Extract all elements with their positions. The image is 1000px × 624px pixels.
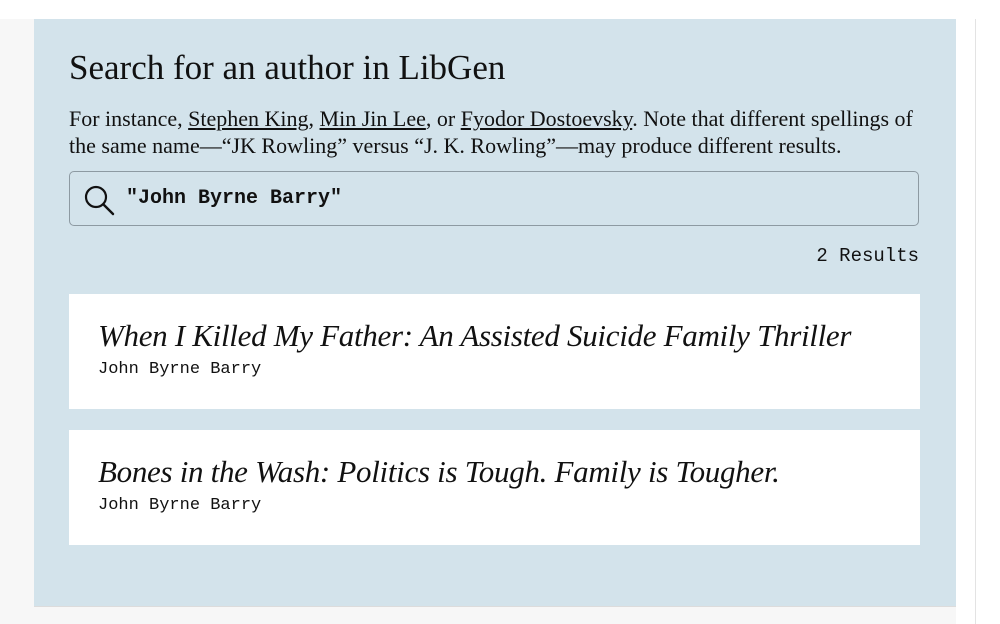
intro-separator: , (308, 106, 320, 131)
result-author: John Byrne Barry (98, 360, 262, 379)
example-link-min-jin-lee[interactable]: Min Jin Lee (320, 106, 426, 131)
result-author: John Byrne Barry (98, 496, 262, 515)
result-card[interactable]: Bones in the Wash: Politics is Tough. Fa… (69, 430, 920, 545)
author-search-input[interactable] (126, 182, 896, 215)
search-bar[interactable] (69, 171, 919, 226)
result-title[interactable]: Bones in the Wash: Politics is Tough. Fa… (98, 454, 780, 490)
result-title[interactable]: When I Killed My Father: An Assisted Sui… (98, 318, 851, 354)
author-search-panel: Search for an author in LibGen For insta… (34, 19, 956, 607)
result-card[interactable]: When I Killed My Father: An Assisted Sui… (69, 294, 920, 409)
scrollbar-track[interactable] (975, 19, 976, 624)
intro-prefix: For instance, (69, 106, 189, 131)
intro-separator-or: , or (425, 106, 461, 131)
search-icon (84, 185, 115, 216)
search-instructions: For instance, Stephen King, Min Jin Lee,… (69, 105, 921, 159)
right-margin (956, 19, 1000, 624)
page-title: Search for an author in LibGen (69, 48, 506, 87)
results-count: 2 Results (816, 245, 919, 267)
top-margin (0, 0, 1000, 19)
example-link-stephen-king[interactable]: Stephen King (188, 106, 308, 131)
example-link-fyodor-dostoevsky[interactable]: Fyodor Dostoevsky (461, 106, 633, 131)
